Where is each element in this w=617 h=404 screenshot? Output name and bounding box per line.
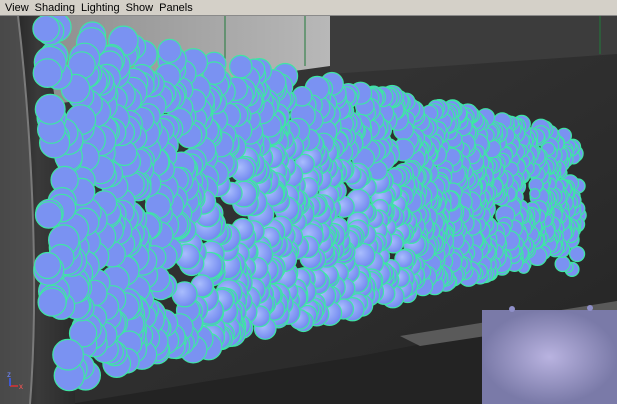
particle — [529, 188, 541, 200]
particle — [32, 58, 63, 88]
marker-dot — [587, 305, 593, 311]
particle — [34, 93, 66, 125]
particle — [37, 287, 67, 317]
particle — [229, 54, 253, 79]
scene-render: x z — [0, 16, 617, 404]
maya-viewport-panel: View Shading Lighting Show Panels x z — [0, 0, 617, 404]
menu-lighting[interactable]: Lighting — [78, 1, 123, 15]
particle — [554, 255, 571, 273]
panel-menubar: View Shading Lighting Show Panels — [0, 0, 617, 16]
particle — [157, 38, 182, 63]
z-axis-label: z — [7, 370, 11, 379]
particle — [32, 16, 60, 43]
menu-view[interactable]: View — [2, 1, 32, 15]
particle — [33, 251, 62, 280]
lighting-preview-panel — [482, 310, 617, 404]
particle — [34, 201, 63, 229]
menu-shading[interactable]: Shading — [32, 1, 78, 15]
particle — [52, 338, 84, 371]
x-axis-label: x — [19, 382, 23, 391]
marker-dot — [509, 306, 515, 312]
menu-panels[interactable]: Panels — [156, 1, 196, 15]
menu-show[interactable]: Show — [123, 1, 157, 15]
3d-viewport[interactable]: x z — [0, 16, 617, 404]
particle — [568, 245, 586, 263]
